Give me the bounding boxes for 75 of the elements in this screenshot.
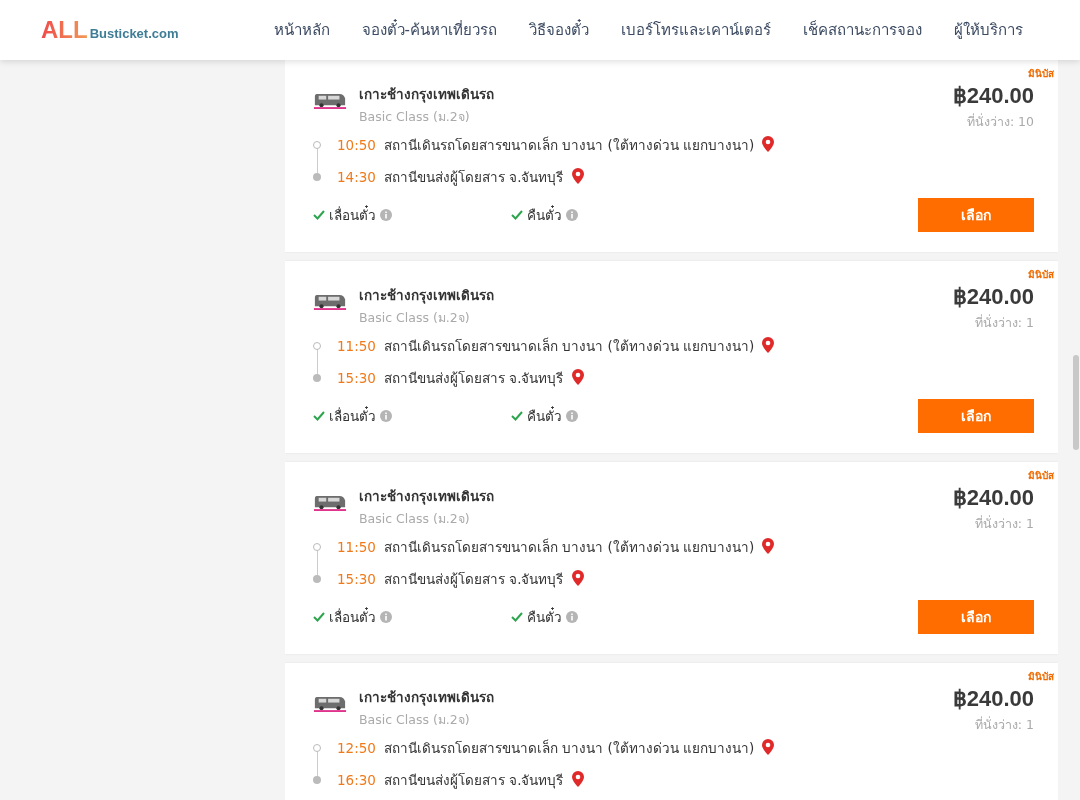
nav-link[interactable]: เช็คสถานะการจอง	[803, 18, 922, 42]
stop-place: สถานีขนส่งผู้โดยสาร จ.จันทบุรี	[383, 369, 564, 389]
check-icon	[511, 612, 523, 622]
ticket-option: เลื่อนตั๋ว	[329, 405, 376, 427]
stop-place: สถานีเดินรถโดยสารขนาดเล็ก บางนา (ใต้ทางด่วน แยกบางนา)	[383, 135, 755, 155]
seats-available: ที่นั่งว่าง: 1	[974, 715, 1034, 734]
map-pin-icon[interactable]	[571, 369, 584, 387]
timeline-dot	[313, 744, 321, 752]
nav-link[interactable]: เบอร์โทรและเคาน์เตอร์	[621, 18, 771, 42]
ticket-option: เลื่อนตั๋ว	[329, 204, 376, 226]
timeline-dot	[313, 776, 321, 784]
bus-type-label: มินิบัส	[1028, 469, 1054, 483]
bus-type-label: มินิบัส	[1028, 670, 1054, 684]
operator-name: เกาะช้างกรุงเทพเดินรถ	[359, 688, 494, 708]
map-pin-icon[interactable]	[571, 570, 584, 588]
stop-time: 16:30	[337, 772, 376, 788]
stop-place: สถานีขนส่งผู้โดยสาร จ.จันทบุรี	[383, 570, 564, 590]
price: ฿240.00	[952, 284, 1034, 310]
ticket-option: เลื่อนตั๋ว	[329, 606, 376, 628]
seats-available: ที่นั่งว่าง: 10	[966, 112, 1034, 131]
operator-name: เกาะช้างกรุงเทพเดินรถ	[359, 85, 494, 105]
timeline-dot	[313, 374, 321, 382]
map-pin-icon[interactable]	[571, 168, 584, 186]
timeline-dot	[313, 342, 321, 350]
stop-place: สถานีขนส่งผู้โดยสาร จ.จันทบุรี	[383, 771, 564, 791]
bus-icon	[313, 694, 347, 713]
nav-link[interactable]: จองตั๋ว-ค้นหาเที่ยวรถ	[361, 18, 497, 42]
bus-class: Basic Class (ม.2จ)	[359, 510, 471, 528]
price: ฿240.00	[952, 686, 1034, 712]
price: ฿240.00	[952, 83, 1034, 109]
stop-place: สถานีเดินรถโดยสารขนาดเล็ก บางนา (ใต้ทางด่วน แยกบางนา)	[383, 738, 755, 758]
stop-place: สถานีขนส่งผู้โดยสาร จ.จันทบุรี	[383, 168, 564, 188]
stop-time: 14:30	[337, 169, 376, 185]
stop-time: 15:30	[337, 571, 376, 587]
ticket-option: คืนตั๋ว	[527, 204, 562, 226]
check-icon	[313, 210, 325, 220]
stop-place: สถานีเดินรถโดยสารขนาดเล็ก บางนา (ใต้ทางด่วน แยกบางนา)	[383, 336, 755, 356]
seats-available: ที่นั่งว่าง: 1	[974, 514, 1034, 533]
stop-time: 15:30	[337, 370, 376, 386]
ticket-option: คืนตั๋ว	[527, 606, 562, 628]
timeline-dot	[313, 575, 321, 583]
stop-time: 11:50	[337, 338, 376, 354]
stop-time: 11:50	[337, 539, 376, 555]
seats-available: ที่นั่งว่าง: 1	[974, 313, 1034, 332]
operator-name: เกาะช้างกรุงเทพเดินรถ	[359, 487, 494, 507]
bus-icon	[313, 292, 347, 311]
bus-class: Basic Class (ม.2จ)	[359, 711, 471, 729]
ticket-option: คืนตั๋ว	[527, 405, 562, 427]
price: ฿240.00	[952, 485, 1034, 511]
bus-class: Basic Class (ม.2จ)	[359, 108, 471, 126]
nav-link[interactable]: วิธีจองตั๋ว	[529, 18, 589, 42]
check-icon	[313, 411, 325, 421]
map-pin-icon[interactable]	[762, 739, 775, 757]
stop-time: 10:50	[337, 137, 376, 153]
bus-icon	[313, 91, 347, 110]
bus-type-label: มินิบัส	[1028, 67, 1054, 81]
logo-domain[interactable]: Busticket.com	[89, 26, 179, 41]
stop-time: 12:50	[337, 740, 376, 756]
timeline-dot	[313, 141, 321, 149]
map-pin-icon[interactable]	[762, 136, 775, 154]
nav-link[interactable]: ผู้ให้บริการ	[954, 18, 1023, 42]
map-pin-icon[interactable]	[571, 771, 584, 789]
timeline-dot	[313, 173, 321, 181]
check-icon	[511, 210, 523, 220]
bus-class: Basic Class (ม.2จ)	[359, 309, 471, 327]
bus-type-label: มินิบัส	[1028, 268, 1054, 282]
nav-link[interactable]: หน้าหลัก	[273, 18, 330, 42]
stop-place: สถานีเดินรถโดยสารขนาดเล็ก บางนา (ใต้ทางด่วน แยกบางนา)	[383, 537, 755, 557]
map-pin-icon[interactable]	[762, 538, 775, 556]
operator-name: เกาะช้างกรุงเทพเดินรถ	[359, 286, 494, 306]
timeline-dot	[313, 543, 321, 551]
bus-icon	[313, 493, 347, 512]
map-pin-icon[interactable]	[762, 337, 775, 355]
check-icon	[511, 411, 523, 421]
check-icon	[313, 612, 325, 622]
